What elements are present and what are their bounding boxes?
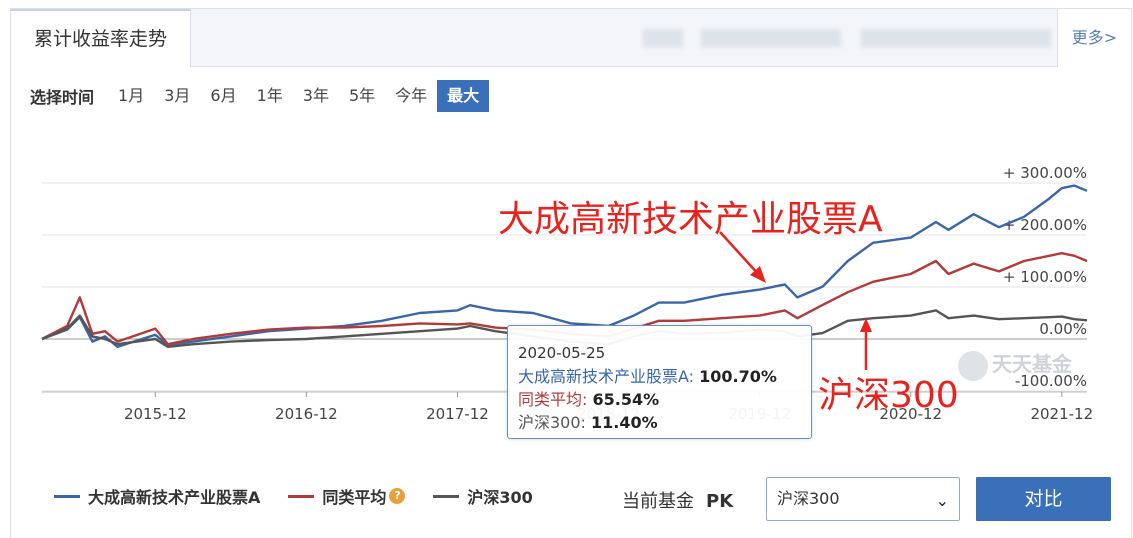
pk-label: PK xyxy=(706,491,734,512)
return-chart: + 300.00%+ 200.00%+ 100.00%0.00%-100.00%… xyxy=(41,164,1093,423)
compare-select[interactable]: 沪深300 ⌄ xyxy=(766,477,960,521)
help-icon[interactable]: ? xyxy=(389,488,406,504)
tooltip-index-name: 沪深300 xyxy=(518,413,581,432)
legend-swatch-avg xyxy=(288,494,315,498)
compare-select-value: 沪深300 xyxy=(777,489,840,508)
x-tick-label: 2016-12 xyxy=(275,405,338,423)
watermark-text: 天天基金 xyxy=(992,352,1072,376)
compare-button[interactable]: 对比 xyxy=(976,477,1111,521)
fund-annotation: 大成高新技术产业股票A xyxy=(498,199,883,240)
tooltip-fund-value: 100.70% xyxy=(699,367,777,386)
y-tick-label: + 200.00% xyxy=(1003,216,1087,234)
legend-item-index[interactable]: 沪深300 xyxy=(433,484,533,508)
current-fund-pk: 当前基金 PK xyxy=(622,487,733,513)
chevron-down-icon: ⌄ xyxy=(935,491,949,510)
data-tooltip: 2020-05-25 大成高新技术产业股票A: 100.70% 同类平均: 65… xyxy=(507,325,812,439)
tooltip-row-fund: 大成高新技术产业股票A: 100.70% xyxy=(518,367,777,386)
tooltip-avg-name: 同类平均 xyxy=(518,390,583,409)
watermark-icon xyxy=(958,350,988,381)
y-tick-label: + 300.00% xyxy=(1003,164,1087,182)
legend-item-avg[interactable]: 同类平均? xyxy=(288,484,406,508)
x-tick-label: 2021-12 xyxy=(1030,405,1093,423)
chart-legend: 大成高新技术产业股票A 同类平均? 沪深300 xyxy=(54,484,561,508)
legend-label-avg: 同类平均 xyxy=(322,488,387,507)
y-tick-label: 0.00% xyxy=(1039,320,1087,338)
tooltip-date: 2020-05-25 xyxy=(518,344,606,362)
legend-swatch-index xyxy=(433,494,460,498)
index-annotation: 沪深300 xyxy=(818,375,959,416)
x-tick-label: 2017-12 xyxy=(426,405,489,423)
tooltip-fund-name: 大成高新技术产业股票A xyxy=(518,367,689,386)
watermark-logo: 天天基金 xyxy=(958,348,1072,381)
y-tick-label: + 100.00% xyxy=(1003,268,1087,286)
tooltip-row-avg: 同类平均: 65.54% xyxy=(518,390,660,409)
x-tick-label: 2015-12 xyxy=(124,405,187,423)
tooltip-row-index: 沪深300: 11.40% xyxy=(518,413,658,432)
tooltip-avg-value: 65.54% xyxy=(592,390,660,409)
tooltip-index-value: 11.40% xyxy=(591,413,658,432)
legend-item-fund[interactable]: 大成高新技术产业股票A xyxy=(54,484,260,508)
legend-label-fund: 大成高新技术产业股票A xyxy=(88,488,261,507)
legend-label-index: 沪深300 xyxy=(467,488,533,507)
legend-swatch-fund xyxy=(54,494,80,498)
current-fund-label: 当前基金 xyxy=(622,491,694,512)
